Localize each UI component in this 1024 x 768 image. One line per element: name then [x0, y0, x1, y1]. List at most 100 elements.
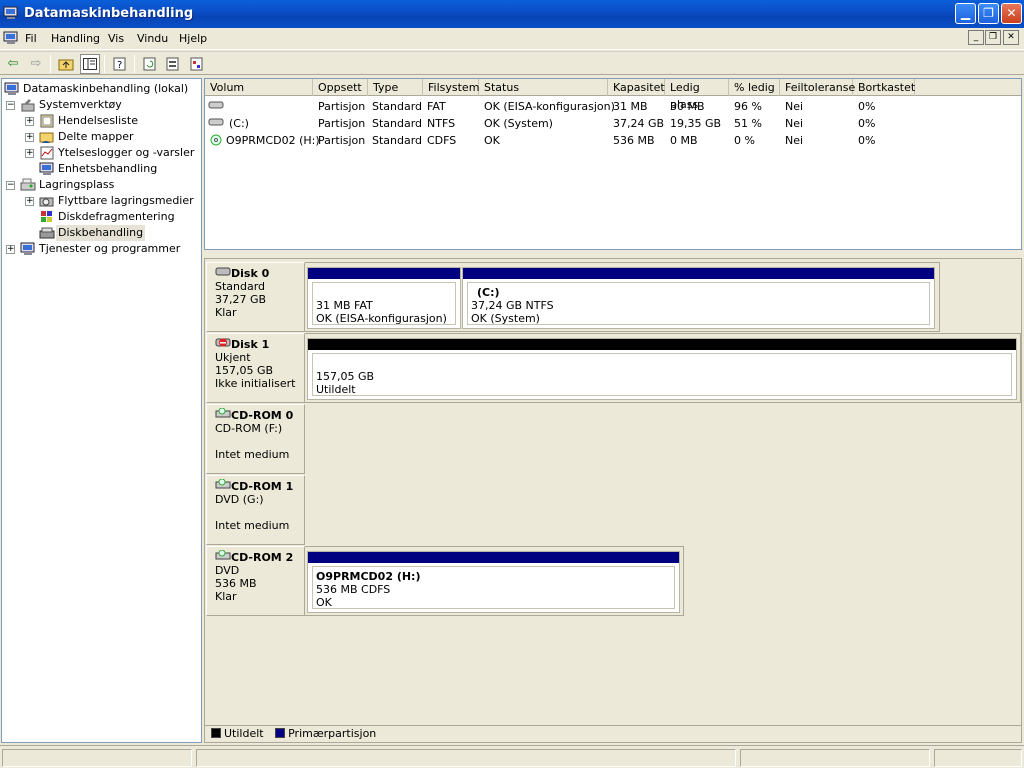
refresh-icon[interactable] — [140, 54, 160, 74]
child-close-button[interactable]: ✕ — [1003, 30, 1019, 45]
partition-fat[interactable]: 31 MB FAT OK (EISA-konfigurasjon) — [307, 267, 461, 329]
disk-type: Standard — [215, 280, 266, 293]
partition-name: (C:) — [477, 286, 500, 299]
primary-swatch — [275, 728, 286, 738]
volume-list[interactable]: Volum Oppsett Type Filsystem Status Kapa… — [204, 78, 1022, 250]
disk-label-disk1[interactable]: Disk 1 Ukjent 157,05 GB Ikke initialiser… — [206, 333, 305, 403]
back-arrow-icon[interactable]: ⇦ — [3, 54, 23, 74]
child-minimize-button[interactable]: _ — [968, 30, 984, 45]
disk-label-disk0[interactable]: Disk 0 Standard 37,27 GB Klar — [206, 262, 305, 332]
col-type[interactable]: Type — [368, 79, 423, 96]
col-bortkastet[interactable]: Bortkastet — [853, 79, 915, 96]
properties-icon[interactable] — [163, 54, 183, 74]
primary-partition-bar — [308, 552, 679, 563]
expand-icon[interactable]: + — [25, 197, 34, 206]
table-row[interactable]: Partisjon Standard FAT OK (EISA-konfigur… — [205, 98, 1021, 115]
tree-item-root[interactable]: Datamaskinbehandling (lokal) — [4, 81, 200, 97]
table-row[interactable]: (C:) Partisjon Standard NTFS OK (System)… — [205, 115, 1021, 132]
menu-handling[interactable]: Handling — [51, 32, 100, 45]
cell-status: OK (System) — [484, 117, 553, 130]
child-restore-button[interactable]: ❐ — [985, 30, 1001, 45]
minimize-button[interactable]: ▁ — [955, 3, 976, 24]
disk-graphical-view[interactable]: Disk 0 Standard 37,27 GB Klar 31 MB FAT … — [204, 258, 1022, 743]
expand-icon[interactable]: + — [25, 149, 34, 158]
cell-type: Standard — [372, 100, 423, 113]
tree-item-diskbehandling[interactable]: Diskbehandling — [25, 225, 200, 241]
pane-splitter[interactable] — [204, 250, 1022, 258]
column-header: Volum Oppsett Type Filsystem Status Kapa… — [205, 79, 1021, 111]
partition-status: OK (EISA-konfigurasjon) — [316, 312, 447, 325]
menu-bar: Fil Handling Vis Vindu Hjelp _ ❐ ✕ — [0, 28, 1024, 50]
tree-label: Lagringsplass — [39, 178, 115, 191]
collapse-icon[interactable]: − — [6, 181, 15, 190]
tree-item-hendelsesliste[interactable]: + Hendelsesliste — [25, 113, 200, 129]
menu-vis[interactable]: Vis — [108, 32, 124, 45]
cell-oppsett: Partisjon — [318, 134, 366, 147]
tree-item-systemverktoy[interactable]: − Systemverktøy — [6, 97, 200, 113]
legend: Utildelt Primærpartisjon — [205, 725, 1021, 743]
close-button[interactable]: ✕ — [1001, 3, 1022, 24]
expand-icon[interactable]: + — [25, 117, 34, 126]
partition-unallocated[interactable]: 157,05 GB Utildelt — [307, 338, 1017, 400]
tree-item-tjenester[interactable]: + Tjenester og programmer — [6, 241, 200, 257]
primary-partition-bar — [308, 268, 460, 279]
tree-item-lagringsplass[interactable]: − Lagringsplass — [6, 177, 200, 193]
legend-unallocated: Utildelt — [224, 727, 264, 740]
col-filsystem[interactable]: Filsystem — [423, 79, 479, 96]
col-pct-ledig[interactable]: % ledig — [729, 79, 780, 96]
disk-label-cdrom1[interactable]: CD-ROM 1 DVD (G:) Intet medium — [206, 475, 305, 545]
cell-filsystem: NTFS — [427, 117, 456, 130]
tree-item-diskdefrag[interactable]: Diskdefragmentering — [25, 209, 200, 225]
disk-label-cdrom2[interactable]: CD-ROM 2 DVD 536 MB Klar — [206, 546, 305, 616]
export-list-icon[interactable] — [187, 54, 207, 74]
partition-c[interactable]: (C:) 37,24 GB NTFS OK (System) — [462, 267, 935, 329]
defrag-icon — [39, 210, 55, 224]
cell-oppsett: Partisjon — [318, 100, 366, 113]
disk-name: Disk 0 — [231, 267, 270, 280]
status-segment — [2, 749, 192, 767]
disk-error-icon — [215, 338, 231, 351]
up-folder-icon[interactable] — [56, 54, 76, 74]
col-oppsett[interactable]: Oppsett — [313, 79, 368, 96]
tools-icon — [20, 98, 36, 112]
disk-name: CD-ROM 2 — [231, 551, 294, 564]
disk-label-cdrom0[interactable]: CD-ROM 0 CD-ROM (F:) Intet medium — [206, 404, 305, 474]
table-row[interactable]: O9PRMCD02 (H:) Partisjon Standard CDFS O… — [205, 132, 1021, 149]
cell-kapasitet: 37,24 GB — [613, 117, 665, 130]
menu-fil[interactable]: Fil — [25, 32, 37, 45]
restore-button[interactable]: ❐ — [978, 3, 999, 24]
tree-item-flyttbare[interactable]: + Flyttbare lagringsmedier — [25, 193, 200, 209]
menu-hjelp[interactable]: Hjelp — [179, 32, 207, 45]
console-tree[interactable]: Datamaskinbehandling (lokal) − Systemver… — [1, 78, 202, 743]
disk-row-cdrom1 — [305, 475, 1021, 545]
cell-feil: Nei — [785, 100, 804, 113]
col-volum[interactable]: Volum — [205, 79, 313, 96]
expand-icon[interactable]: + — [6, 245, 15, 254]
title-bar[interactable]: Datamaskinbehandling ▁ ❐ ✕ — [0, 0, 1024, 28]
forward-arrow-icon[interactable]: ⇨ — [26, 54, 46, 74]
collapse-icon[interactable]: − — [6, 101, 15, 110]
disk-management-icon — [39, 226, 55, 240]
col-ledig-plass[interactable]: Ledig plass — [665, 79, 729, 111]
cell-filsystem: FAT — [427, 100, 446, 113]
storage-icon — [20, 178, 36, 192]
help-properties-icon[interactable]: ? — [110, 54, 130, 74]
tree-item-ytelseslogger[interactable]: + Ytelseslogger og -varsler — [25, 145, 200, 161]
hard-disk-icon — [215, 267, 231, 280]
tree-item-delte-mapper[interactable]: + Delte mapper — [25, 129, 200, 145]
col-status[interactable]: Status — [479, 79, 608, 96]
tree-label: Diskdefragmentering — [58, 210, 175, 223]
col-feiltoleranse[interactable]: Feiltoleranse — [780, 79, 855, 96]
partition-h[interactable]: O9PRMCD02 (H:) 536 MB CDFS OK — [307, 551, 680, 613]
computer-management-icon — [4, 82, 20, 96]
computer-management-icon — [3, 6, 19, 20]
cell-kapasitet: 31 MB — [613, 100, 648, 113]
partition-status: OK (System) — [471, 312, 540, 325]
tree-item-enhetsbehandling[interactable]: Enhetsbehandling — [25, 161, 200, 177]
document-icon[interactable] — [3, 31, 19, 45]
show-hide-tree-icon[interactable] — [80, 54, 100, 74]
expand-icon[interactable]: + — [25, 133, 34, 142]
menu-vindu[interactable]: Vindu — [137, 32, 168, 45]
col-kapasitet[interactable]: Kapasitet — [608, 79, 665, 96]
status-segment — [196, 749, 736, 767]
